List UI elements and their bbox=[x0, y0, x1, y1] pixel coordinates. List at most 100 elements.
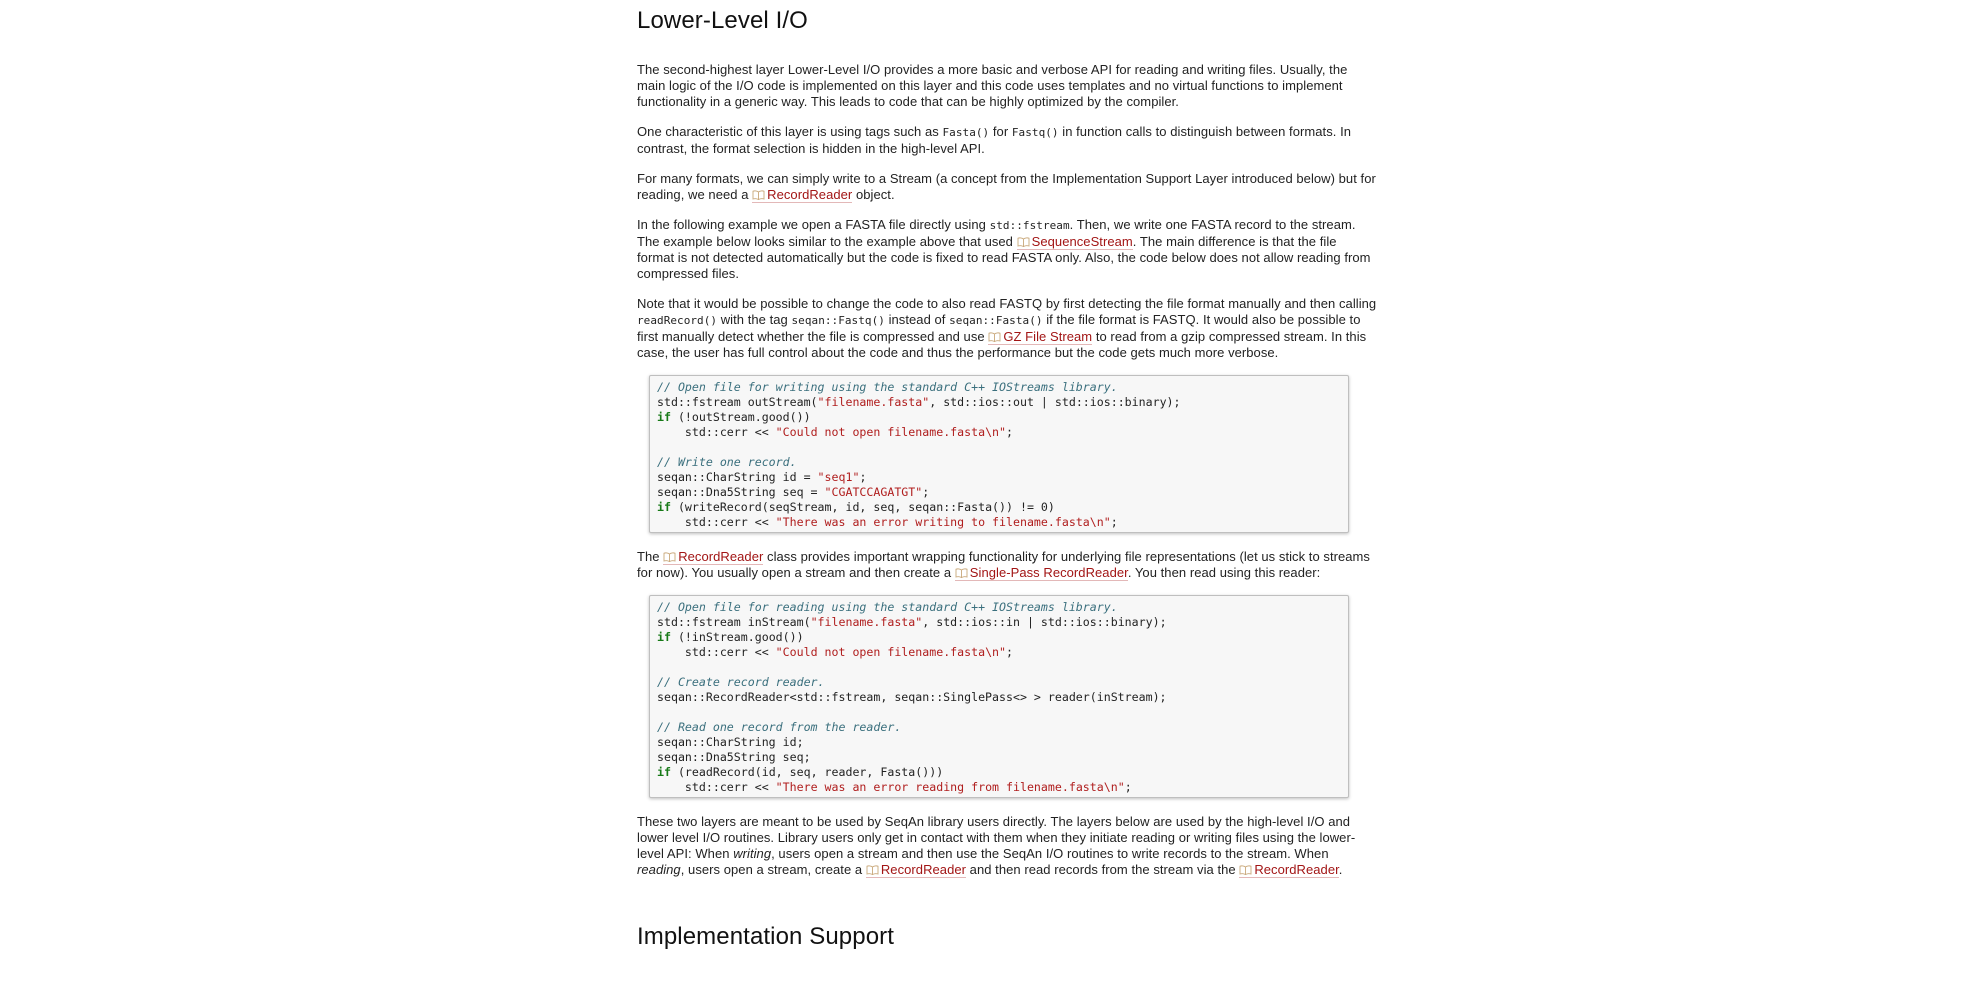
code-text: (!outStream.good()) bbox=[670, 410, 811, 424]
code-text: ; bbox=[1124, 780, 1132, 794]
code-line: if (writeRecord(seqStream, id, seq, seqa… bbox=[657, 500, 1341, 515]
code-line: std::fstream outStream("filename.fasta",… bbox=[657, 395, 1341, 410]
link-recordreader[interactable]: RecordReader bbox=[1239, 862, 1339, 878]
inline-code-fastq: Fastq() bbox=[1011, 126, 1059, 139]
code-text: , std::ios::out | std::ios::binary); bbox=[929, 395, 1181, 409]
code-text: seqan::CharString id; bbox=[657, 735, 804, 749]
code-line: std::fstream inStream("filename.fasta", … bbox=[657, 615, 1341, 630]
section-heading-lower-level-io: Lower-Level I/O bbox=[637, 7, 808, 34]
link-label: GZ File Stream bbox=[1003, 329, 1093, 344]
code-string: "CGATCCAGATGT" bbox=[824, 485, 923, 499]
text: instead of bbox=[884, 312, 950, 327]
text: . bbox=[1338, 862, 1343, 877]
book-icon bbox=[866, 865, 879, 875]
code-comment: // Open file for writing using the stand… bbox=[657, 380, 1118, 394]
text: , users open a stream, create a bbox=[680, 862, 866, 877]
paragraph-streams: For many formats, we can simply write to… bbox=[637, 171, 1377, 203]
link-recordreader[interactable]: RecordReader bbox=[752, 187, 853, 203]
link-label: RecordReader bbox=[1254, 862, 1339, 877]
code-line: std::cerr << "Could not open filename.fa… bbox=[657, 425, 1341, 440]
link-recordreader[interactable]: RecordReader bbox=[865, 862, 967, 878]
code-line: seqan::Dna5String seq; bbox=[657, 750, 1341, 765]
code-keyword: if bbox=[657, 410, 671, 424]
paragraph-example: In the following example we open a FASTA… bbox=[637, 217, 1377, 282]
code-line: seqan::Dna5String seq = "CGATCCAGATGT"; bbox=[657, 485, 1341, 500]
code-line: if (!outStream.good()) bbox=[657, 410, 1341, 425]
emphasis-writing: writing bbox=[733, 846, 772, 861]
text: , users open a stream and then use the S… bbox=[771, 846, 1329, 861]
book-icon bbox=[988, 332, 1001, 342]
code-string: "Could not open filename.fasta\n" bbox=[775, 425, 1007, 439]
code-text: std::fstream outStream( bbox=[657, 395, 818, 409]
code-text: ; bbox=[859, 470, 867, 484]
text: In the following example we open a FASTA… bbox=[637, 217, 990, 232]
link-gz-file-stream[interactable]: GZ File Stream bbox=[988, 329, 1093, 345]
code-block-read-example: // Open file for reading using the stand… bbox=[649, 595, 1349, 798]
paragraph-fastq-note: Note that it would be possible to change… bbox=[637, 296, 1377, 361]
code-line: // Create record reader. bbox=[657, 675, 1341, 690]
code-text: std::fstream inStream( bbox=[657, 615, 811, 629]
text: The bbox=[637, 549, 664, 564]
paragraph-layers-summary: These two layers are meant to be used by… bbox=[637, 814, 1377, 878]
code-line: seqan::RecordReader<std::fstream, seqan:… bbox=[657, 690, 1341, 705]
code-text: ; bbox=[1006, 425, 1013, 439]
code-text: std::cerr << bbox=[657, 645, 776, 659]
code-text: ; bbox=[1110, 515, 1118, 529]
text: for bbox=[989, 124, 1012, 139]
code-string: "filename.fasta" bbox=[817, 395, 930, 409]
code-text: (writeRecord(seqStream, id, seq, seqan::… bbox=[670, 500, 1055, 514]
code-keyword: if bbox=[657, 630, 671, 644]
inline-code-seqan-fastq: seqan::Fastq() bbox=[791, 314, 885, 327]
code-text: (readRecord(id, seq, reader, Fasta())) bbox=[670, 765, 944, 779]
book-icon bbox=[955, 568, 968, 578]
code-text: seqan::Dna5String seq; bbox=[657, 750, 811, 764]
book-icon bbox=[663, 552, 676, 562]
code-line: seqan::CharString id; bbox=[657, 735, 1341, 750]
inline-code-fasta: Fasta() bbox=[942, 126, 990, 139]
code-line: if (readRecord(id, seq, reader, Fasta())… bbox=[657, 765, 1341, 780]
document-content: Lower-Level I/O The second-highest layer… bbox=[637, 0, 1377, 952]
inline-code-fstream: std::fstream bbox=[989, 219, 1070, 232]
code-text: seqan::Dna5String seq = bbox=[657, 485, 825, 499]
book-icon bbox=[1017, 237, 1030, 247]
code-line: // Write one record. bbox=[657, 455, 1341, 470]
paragraph-recordreader: The RecordReader class provides importan… bbox=[637, 549, 1377, 581]
code-line: std::cerr << "There was an error writing… bbox=[657, 515, 1341, 530]
code-text: seqan::CharString id = bbox=[657, 470, 818, 484]
link-label: Single-Pass RecordReader bbox=[969, 565, 1128, 580]
book-icon bbox=[752, 190, 765, 200]
code-line: // Open file for reading using the stand… bbox=[657, 600, 1341, 615]
code-comment: // Create record reader. bbox=[657, 675, 825, 689]
code-string: "There was an error reading from filenam… bbox=[775, 780, 1125, 794]
code-text: std::cerr << bbox=[657, 425, 776, 439]
paragraph-tags: One characteristic of this layer is usin… bbox=[637, 124, 1377, 157]
code-text: , std::ios::in | std::ios::binary); bbox=[922, 615, 1167, 629]
text: Note that it would be possible to change… bbox=[637, 296, 1377, 311]
text: with the tag bbox=[717, 312, 792, 327]
code-text: std::cerr << bbox=[657, 780, 776, 794]
link-label: RecordReader bbox=[880, 862, 967, 877]
text: and then read records from the stream vi… bbox=[966, 862, 1240, 877]
code-text: ; bbox=[1006, 645, 1013, 659]
code-line: std::cerr << "Could not open filename.fa… bbox=[657, 645, 1341, 660]
text: For many formats, we can simply write to… bbox=[637, 171, 1376, 202]
link-label: RecordReader bbox=[767, 187, 853, 202]
code-text: (!inStream.good()) bbox=[670, 630, 804, 644]
code-keyword: if bbox=[657, 500, 671, 514]
code-text: ; bbox=[922, 485, 930, 499]
link-recordreader[interactable]: RecordReader bbox=[663, 549, 764, 565]
book-icon bbox=[1239, 865, 1252, 875]
link-single-pass-recordreader[interactable]: Single-Pass RecordReader bbox=[954, 565, 1128, 581]
code-line: if (!inStream.good()) bbox=[657, 630, 1341, 645]
text: object. bbox=[852, 187, 895, 202]
text: . You then read using this reader: bbox=[1127, 565, 1321, 580]
link-sequencestream[interactable]: SequenceStream bbox=[1016, 234, 1133, 250]
code-line: // Read one record from the reader. bbox=[657, 720, 1341, 735]
code-text: std::cerr << bbox=[657, 515, 776, 529]
code-line: std::cerr << "There was an error reading… bbox=[657, 780, 1341, 795]
code-comment: // Write one record. bbox=[657, 455, 797, 469]
code-string: "filename.fasta" bbox=[810, 615, 923, 629]
text: One characteristic of this layer is usin… bbox=[637, 124, 943, 139]
